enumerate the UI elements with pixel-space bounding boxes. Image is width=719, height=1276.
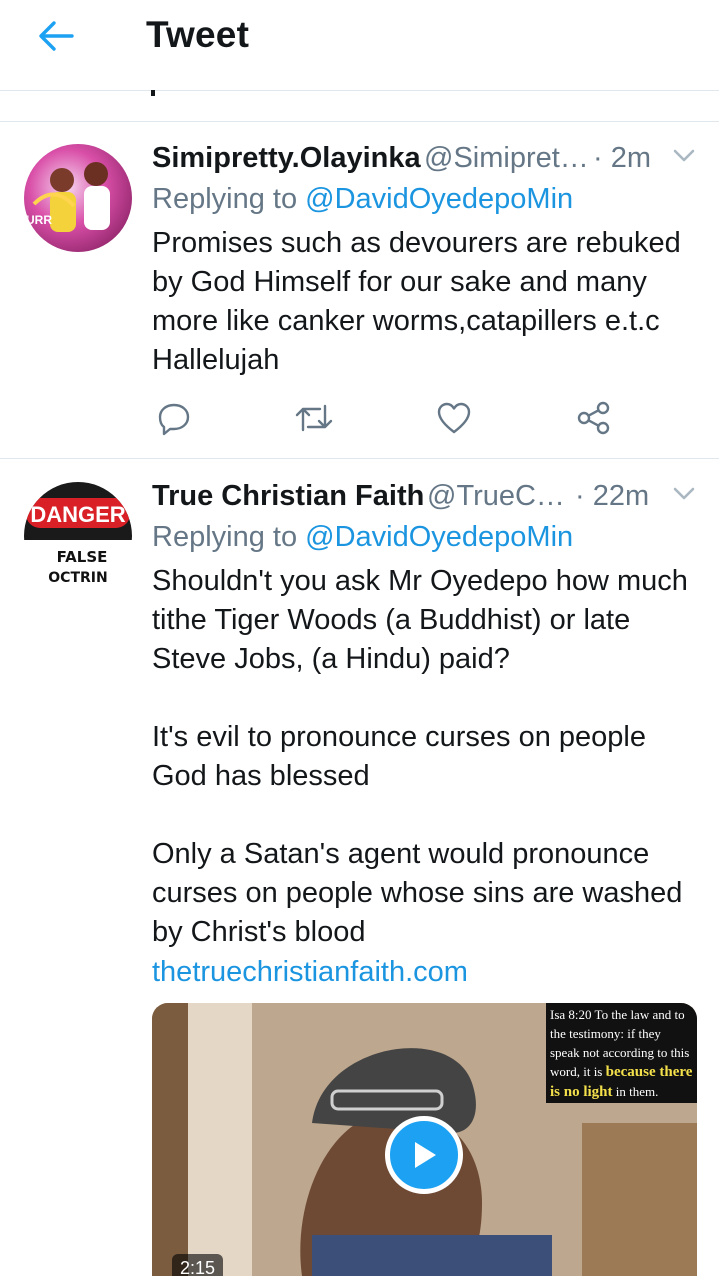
like-button[interactable]	[432, 396, 476, 440]
replying-to: Replying to @DavidOyedepoMin	[152, 183, 574, 215]
url-link[interactable]: thetruechristianfaith.com	[152, 952, 468, 992]
avatar[interactable]: URR	[24, 144, 132, 252]
tweet-actions	[152, 396, 622, 440]
share-button[interactable]	[572, 396, 616, 440]
display-name[interactable]: True Christian Faith	[152, 476, 424, 516]
timestamp: · 22m	[575, 480, 650, 512]
share-icon	[577, 401, 610, 435]
top-app-bar: Tweet	[0, 0, 719, 91]
svg-text:URR: URR	[26, 213, 52, 227]
video-thumbnail[interactable]: Isa 8:20 To the law and to the testimony…	[152, 1003, 697, 1276]
svg-text:DANGER: DANGER	[30, 502, 125, 527]
tweet-text: Shouldn't you ask Mr Oyedepo how much ti…	[152, 565, 688, 948]
divider	[0, 121, 719, 122]
timestamp: · 2m	[593, 142, 651, 174]
svg-text:FALSE: FALSE	[57, 548, 108, 566]
back-button[interactable]	[28, 12, 84, 60]
avatar[interactable]: DANGER FALSE OCTRIN	[24, 482, 132, 590]
chevron-down-icon[interactable]	[671, 146, 697, 166]
video-duration: 2:15	[172, 1254, 224, 1276]
chevron-down-icon[interactable]	[671, 484, 697, 504]
previous-tweet-stub	[151, 90, 155, 96]
svg-text:OCTRIN: OCTRIN	[48, 570, 107, 586]
arrow-left-icon	[39, 21, 74, 51]
heart-icon	[437, 402, 471, 434]
user-handle[interactable]: @Simipret…	[424, 138, 589, 178]
mention-link[interactable]: @DavidOyedepoMin	[305, 183, 573, 215]
video-caption: Isa 8:20 To the law and to the testimony…	[546, 1003, 697, 1103]
mention-link[interactable]: @DavidOyedepoMin	[305, 521, 573, 553]
tweet-header: True Christian Faith @TrueC… · 22m	[152, 476, 697, 516]
play-icon	[415, 1142, 436, 1168]
reply-icon	[158, 403, 190, 436]
retweet-icon	[295, 404, 333, 432]
retweet-button[interactable]	[292, 396, 336, 440]
tweet-header: Simipretty.Olayinka @Simipret… · 2m	[152, 138, 697, 178]
display-name[interactable]: Simipretty.Olayinka	[152, 138, 421, 178]
play-button[interactable]	[385, 1116, 463, 1194]
user-handle[interactable]: @TrueC…	[427, 476, 565, 516]
reply-button[interactable]	[152, 396, 196, 440]
page-title: Tweet	[146, 14, 250, 55]
divider	[0, 458, 719, 459]
replying-to: Replying to @DavidOyedepoMin	[152, 521, 574, 553]
tweet-text: Promises such as devourers are rebuked b…	[152, 227, 681, 376]
